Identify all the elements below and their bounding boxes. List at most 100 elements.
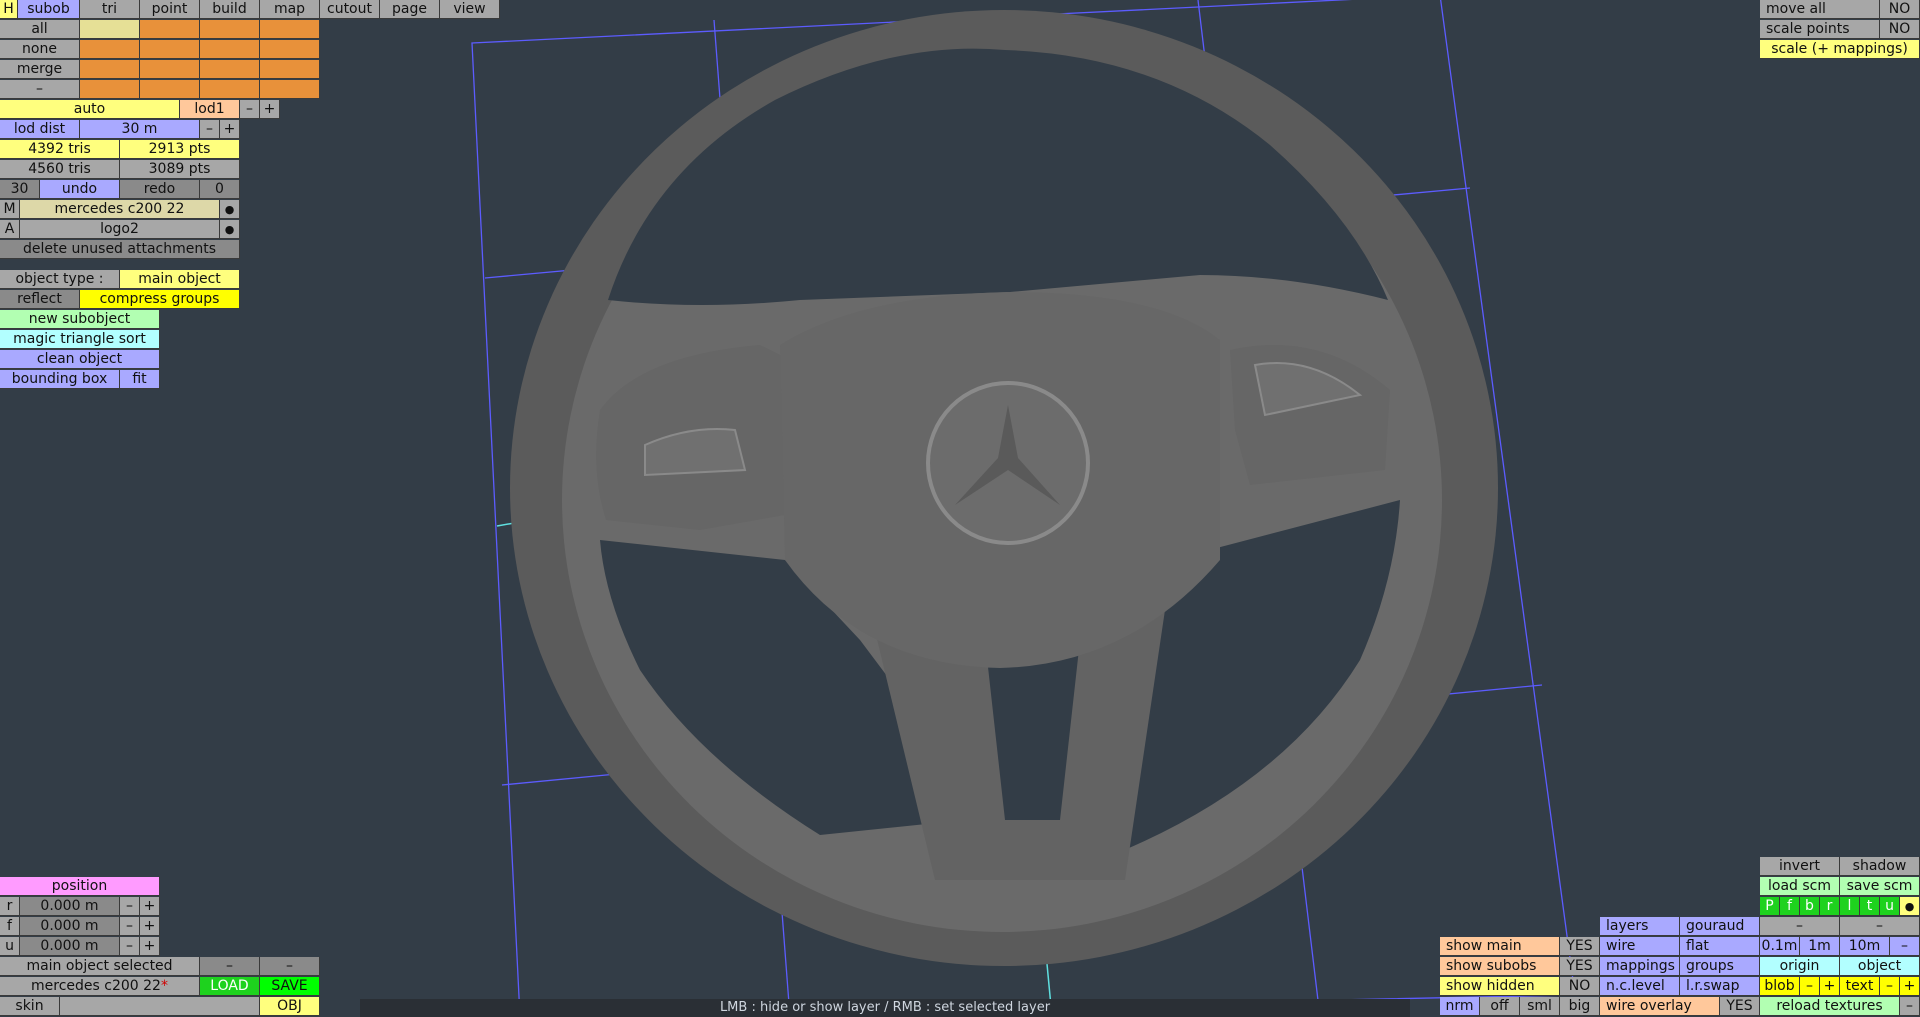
new-subobject-button[interactable]: new subobject <box>0 310 160 329</box>
delete-unused-attachments-button[interactable]: delete unused attachments <box>0 240 240 259</box>
origin-button[interactable]: origin <box>1760 957 1840 976</box>
attachment-a-button[interactable]: A <box>0 220 20 239</box>
subobject-slot[interactable] <box>260 40 320 59</box>
wire-button[interactable]: wire <box>1600 937 1680 956</box>
nrm-button[interactable]: nrm <box>1440 997 1480 1016</box>
lod-dist-value[interactable]: 30 m <box>80 120 200 139</box>
tab-page[interactable]: page <box>380 0 440 19</box>
position-r-field[interactable]: 0.000 m <box>20 897 120 916</box>
tab-cutout[interactable]: cutout <box>320 0 380 19</box>
minus-button[interactable]: – <box>0 80 80 99</box>
lod-auto-button[interactable]: auto <box>0 100 180 119</box>
blob-button[interactable]: blob <box>1760 977 1800 996</box>
flat-button[interactable]: flat <box>1680 937 1760 956</box>
viewport[interactable] <box>0 0 1920 1017</box>
gouraud-button[interactable]: gouraud <box>1680 917 1760 936</box>
dash-button[interactable]: – <box>1760 917 1840 936</box>
subobject-slot[interactable] <box>80 20 140 39</box>
tab-point[interactable]: point <box>140 0 200 19</box>
view-b-button[interactable]: b <box>1800 897 1820 916</box>
show-subobs-value[interactable]: YES <box>1560 957 1600 976</box>
scale-points-button[interactable]: scale points <box>1760 20 1880 39</box>
blob-minus-button[interactable]: – <box>1800 977 1820 996</box>
grid-10m-button[interactable]: 10m <box>1840 937 1890 956</box>
select-none-button[interactable]: none <box>0 40 80 59</box>
obj-button[interactable]: OBJ <box>260 997 320 1016</box>
grid-minus-button[interactable]: – <box>1890 937 1920 956</box>
move-all-value[interactable]: NO <box>1880 0 1920 19</box>
load-scm-button[interactable]: load scm <box>1760 877 1840 896</box>
move-all-button[interactable]: move all <box>1760 0 1880 19</box>
selection-minus-button-2[interactable]: – <box>260 957 320 976</box>
load-button[interactable]: LOAD <box>200 977 260 996</box>
clean-object-button[interactable]: clean object <box>0 350 160 369</box>
shadow-button[interactable]: shadow <box>1840 857 1920 876</box>
mappings-button[interactable]: mappings <box>1600 957 1680 976</box>
scale-mappings-button[interactable]: scale (+ mappings) <box>1760 40 1920 59</box>
subobject-slot[interactable] <box>80 80 140 99</box>
view-t-button[interactable]: t <box>1860 897 1880 916</box>
subobject-slot[interactable] <box>200 60 260 79</box>
wire-overlay-value[interactable]: YES <box>1720 997 1760 1016</box>
subobject-slot[interactable] <box>140 80 200 99</box>
scale-points-value[interactable]: NO <box>1880 20 1920 39</box>
view-r-button[interactable]: r <box>1820 897 1840 916</box>
groups-button[interactable]: groups <box>1680 957 1760 976</box>
undo-button[interactable]: undo <box>40 180 120 199</box>
view-f-button[interactable]: f <box>1780 897 1800 916</box>
layers-button[interactable]: layers <box>1600 917 1680 936</box>
wire-overlay-button[interactable]: wire overlay <box>1600 997 1720 1016</box>
save-scm-button[interactable]: save scm <box>1840 877 1920 896</box>
subobject-slot[interactable] <box>200 20 260 39</box>
tab-tri[interactable]: tri <box>80 0 140 19</box>
reload-textures-minus-button[interactable]: – <box>1900 997 1920 1016</box>
redo-button[interactable]: redo <box>120 180 200 199</box>
position-f-minus-button[interactable]: – <box>120 917 140 936</box>
file-name[interactable]: mercedes c200 22* <box>0 977 200 996</box>
position-r-plus-button[interactable]: + <box>140 897 160 916</box>
save-button[interactable]: SAVE <box>260 977 320 996</box>
subobject-slot[interactable] <box>260 20 320 39</box>
view-dot-icon[interactable]: ● <box>1900 897 1920 916</box>
grid-01m-button[interactable]: 0.1m <box>1760 937 1800 956</box>
subobject-slot[interactable] <box>200 80 260 99</box>
subobject-slot[interactable] <box>260 60 320 79</box>
subobject-slot[interactable] <box>140 20 200 39</box>
off-button[interactable]: off <box>1480 997 1520 1016</box>
tab-view[interactable]: view <box>440 0 500 19</box>
dash-button-2[interactable]: – <box>1840 917 1920 936</box>
lod-plus-button[interactable]: + <box>260 100 280 119</box>
show-main-value[interactable]: YES <box>1560 937 1600 956</box>
subobject-slot[interactable] <box>140 60 200 79</box>
magic-triangle-sort-button[interactable]: magic triangle sort <box>0 330 160 349</box>
show-hidden-value[interactable]: NO <box>1560 977 1600 996</box>
object-button[interactable]: object <box>1840 957 1920 976</box>
position-f-field[interactable]: 0.000 m <box>20 917 120 936</box>
merge-button[interactable]: merge <box>0 60 80 79</box>
tab-build[interactable]: build <box>200 0 260 19</box>
show-hidden-button[interactable]: show hidden <box>1440 977 1560 996</box>
subobject-slot[interactable] <box>80 40 140 59</box>
big-button[interactable]: big <box>1560 997 1600 1016</box>
material-dot-icon[interactable]: ● <box>220 200 240 219</box>
position-u-plus-button[interactable]: + <box>140 937 160 956</box>
invert-button[interactable]: invert <box>1760 857 1840 876</box>
skin-field[interactable] <box>60 997 260 1016</box>
show-subobs-button[interactable]: show subobs <box>1440 957 1560 976</box>
sml-button[interactable]: sml <box>1520 997 1560 1016</box>
tab-subob[interactable]: subob <box>18 0 80 19</box>
bounding-box-fit-button[interactable]: fit <box>120 370 160 389</box>
position-u-field[interactable]: 0.000 m <box>20 937 120 956</box>
blob-plus-button[interactable]: + <box>1820 977 1840 996</box>
subobject-slot[interactable] <box>140 40 200 59</box>
bounding-box-button[interactable]: bounding box <box>0 370 120 389</box>
material-m-button[interactable]: M <box>0 200 20 219</box>
position-u-minus-button[interactable]: – <box>120 937 140 956</box>
lod1-button[interactable]: lod1 <box>180 100 240 119</box>
tab-map[interactable]: map <box>260 0 320 19</box>
subobject-slot[interactable] <box>260 80 320 99</box>
subobject-slot[interactable] <box>200 40 260 59</box>
nc-level-button[interactable]: n.c.level <box>1600 977 1680 996</box>
reload-textures-button[interactable]: reload textures <box>1760 997 1900 1016</box>
view-u-button[interactable]: u <box>1880 897 1900 916</box>
